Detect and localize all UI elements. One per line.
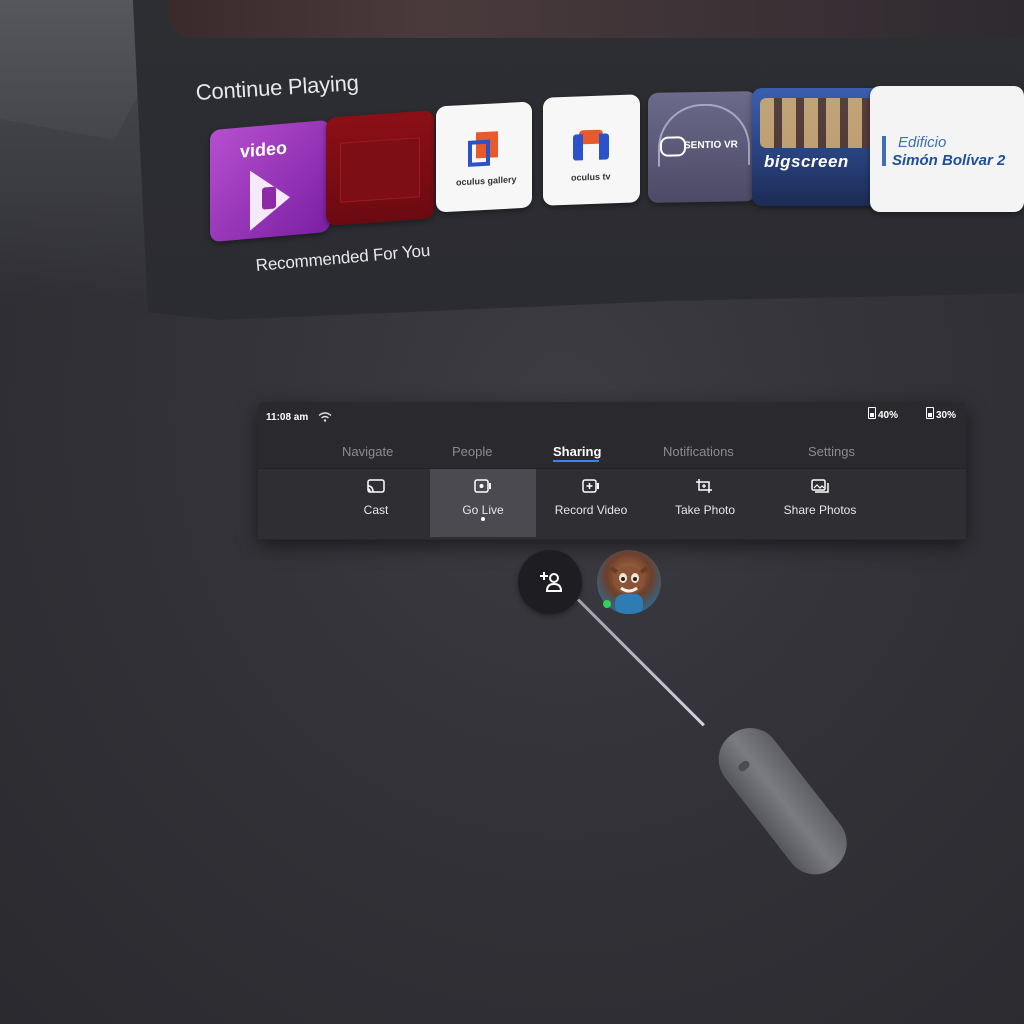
go-live-button[interactable]: Go Live bbox=[430, 469, 536, 537]
tile-sentio-vr[interactable]: SENTIO VR bbox=[648, 91, 756, 203]
play-icon-inner bbox=[262, 186, 276, 210]
tile-label: bigscreen bbox=[764, 152, 849, 171]
tab-settings[interactable]: Settings bbox=[808, 444, 855, 459]
tv-logo-icon bbox=[573, 129, 609, 162]
tile-label-line2: Simón Bolívar 2 bbox=[892, 152, 1006, 169]
selected-indicator bbox=[481, 517, 485, 521]
laser-pointer bbox=[576, 598, 705, 727]
take-photo-button[interactable]: Take Photo bbox=[664, 469, 746, 537]
headset-battery: 40% bbox=[867, 407, 898, 421]
record-video-button[interactable]: Record Video bbox=[548, 469, 634, 537]
cast-label: Cast bbox=[363, 503, 389, 517]
tile-bigscreen[interactable]: bigscreen bbox=[752, 88, 884, 206]
take-photo-icon bbox=[696, 479, 712, 493]
wifi-icon bbox=[318, 412, 332, 422]
go-live-label: Go Live bbox=[462, 503, 504, 517]
add-friend-button[interactable] bbox=[518, 550, 582, 614]
battery-a-value: 40% bbox=[877, 410, 898, 421]
battery-icon bbox=[925, 407, 934, 419]
share-photos-icon bbox=[811, 479, 829, 493]
universal-menu: 11:08 am 40% 30% Navigate People Sharing… bbox=[258, 402, 966, 540]
tile-label: oculus tv bbox=[571, 171, 611, 183]
tile-oculus-tv[interactable]: oculus tv bbox=[543, 94, 640, 206]
cast-button[interactable]: Cast bbox=[348, 469, 404, 537]
add-friend-icon bbox=[540, 572, 563, 592]
battery-b-value: 30% bbox=[935, 410, 956, 421]
share-photos-button[interactable]: Share Photos bbox=[768, 469, 872, 537]
take-photo-label: Take Photo bbox=[674, 503, 736, 517]
sharing-actions: Cast Go Live Record Video Take Photo Sha… bbox=[258, 468, 966, 539]
share-photos-label: Share Photos bbox=[783, 503, 857, 517]
clock: 11:08 am bbox=[266, 412, 309, 423]
tile-oculus-gallery[interactable]: oculus gallery bbox=[436, 101, 532, 213]
tab-people[interactable]: People bbox=[452, 444, 492, 459]
top-media-banner bbox=[168, 0, 1024, 38]
tile-label: video bbox=[240, 137, 288, 162]
bigscreen-artwork bbox=[760, 98, 876, 148]
record-video-icon bbox=[582, 479, 599, 493]
online-status-indicator bbox=[603, 600, 611, 608]
edificio-accent bbox=[882, 136, 886, 166]
tab-notifications[interactable]: Notifications bbox=[663, 444, 734, 459]
gallery-logo-icon bbox=[468, 131, 498, 169]
cast-icon bbox=[367, 479, 385, 493]
battery-icon bbox=[867, 407, 876, 419]
controller-battery: 30% bbox=[925, 407, 956, 421]
sentio-arc-graphic bbox=[658, 103, 750, 167]
red-app-artwork bbox=[340, 137, 420, 203]
status-bar: 11:08 am 40% 30% bbox=[258, 402, 966, 438]
tile-red-app[interactable] bbox=[326, 110, 434, 226]
tile-label-line1: Edificio bbox=[898, 134, 947, 151]
tile-label: SENTIO VR bbox=[684, 139, 738, 152]
tile-video[interactable]: video bbox=[210, 119, 330, 243]
tile-label: oculus gallery bbox=[456, 174, 517, 188]
active-tab-indicator bbox=[553, 460, 599, 462]
go-live-icon bbox=[474, 479, 491, 493]
tab-sharing[interactable]: Sharing bbox=[553, 444, 601, 459]
vr-controller bbox=[706, 715, 859, 887]
record-video-label: Record Video bbox=[554, 503, 628, 517]
tab-navigate[interactable]: Navigate bbox=[342, 444, 393, 459]
tile-edificio[interactable]: Edificio Simón Bolívar 2 bbox=[870, 86, 1024, 212]
menu-tabs: Navigate People Sharing Notifications Se… bbox=[258, 438, 966, 468]
vr-headset-icon bbox=[660, 136, 686, 157]
